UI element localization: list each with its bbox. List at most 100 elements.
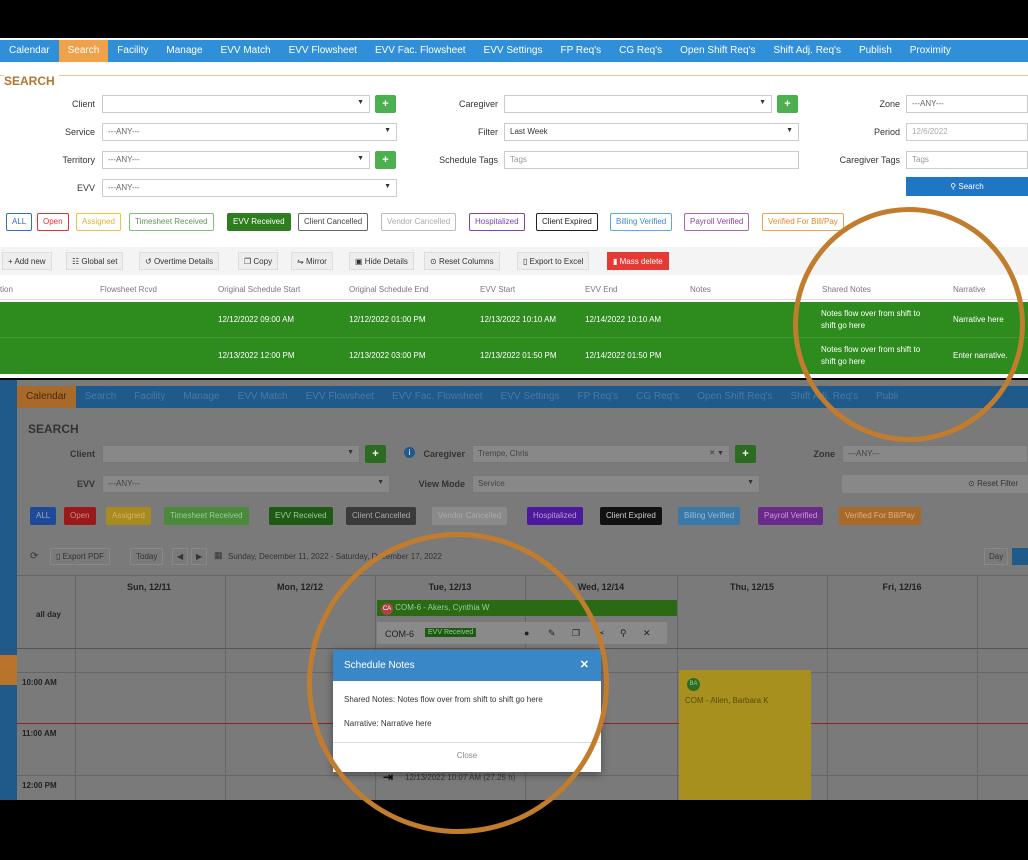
day-header: Sun, 12/11 <box>126 582 172 592</box>
overtime-details-button[interactable]: ↺ Overtime Details <box>139 252 220 270</box>
chip-timesheet-received[interactable]: Timesheet Received <box>129 213 214 231</box>
thursday-event[interactable]: BA COM - Allen, Barbara K <box>679 670 811 800</box>
chip-all[interactable]: ALL <box>6 213 33 231</box>
chip-evv-received[interactable]: EVV Received <box>269 507 333 525</box>
nav-calendar[interactable]: Calendar <box>0 40 59 62</box>
client-select[interactable]: ▼ <box>102 95 370 113</box>
chip-assigned[interactable]: Assigned <box>76 213 121 231</box>
col-flowsheet-rcvd[interactable]: Flowsheet Rcvd <box>100 285 157 294</box>
nav-facility[interactable]: Facility <box>125 386 174 408</box>
nav-manage[interactable]: Manage <box>157 40 211 62</box>
caregiver-tags-input[interactable]: Tags <box>906 151 1028 169</box>
nav-manage[interactable]: Manage <box>174 386 228 408</box>
chip-vendor-cancelled[interactable]: Vendor Cancelled <box>381 213 457 231</box>
chevron-down-icon: ▼ <box>786 127 793 134</box>
reset-columns-button[interactable]: ⊙ Reset Columns <box>424 252 500 270</box>
chip-client-expired[interactable]: Client Expired <box>536 213 598 231</box>
chip-client-cancelled[interactable]: Client Cancelled <box>346 507 417 525</box>
col-orig-end[interactable]: Original Schedule End <box>349 285 429 294</box>
trash-icon: ▮ <box>613 257 620 266</box>
add-caregiver-button[interactable]: + <box>777 95 798 113</box>
chip-timesheet-received[interactable]: Timesheet Received <box>164 507 249 525</box>
search-icon[interactable]: ⚲ <box>620 628 627 639</box>
period-input[interactable]: 12/6/2022 <box>906 123 1028 141</box>
prev-week-button[interactable]: ◀ <box>172 548 189 565</box>
nav-cg-reqs[interactable]: CG Req's <box>627 386 688 408</box>
caregiver-select[interactable]: ▼ <box>504 95 772 113</box>
chip-open[interactable]: Open <box>64 507 96 525</box>
chip-hospitalized[interactable]: Hospitalized <box>527 507 583 525</box>
week-view-button[interactable] <box>1012 548 1028 565</box>
nav-evv-flowsheet[interactable]: EVV Flowsheet <box>280 40 366 62</box>
chip-vendor-cancelled[interactable]: Vendor Cancelled <box>432 507 508 525</box>
col-evv-end[interactable]: EVV End <box>585 285 617 294</box>
chip-client-cancelled[interactable]: Client Cancelled <box>298 213 369 231</box>
chip-open[interactable]: Open <box>37 213 69 231</box>
add-caregiver-button[interactable]: + <box>735 445 756 463</box>
nav-publish[interactable]: Publish <box>850 40 901 62</box>
nav-proximity[interactable]: Proximity <box>901 40 960 62</box>
chip-all[interactable]: ALL <box>30 507 57 525</box>
nav-fp-reqs[interactable]: FP Req's <box>568 386 627 408</box>
nav-calendar[interactable]: Calendar <box>17 386 76 408</box>
nav-search[interactable]: Search <box>58 40 109 62</box>
col-evv-start[interactable]: EVV Start <box>480 285 515 294</box>
nav-open-shift-reqs[interactable]: Open Shift Req's <box>688 386 781 408</box>
col-orig-start[interactable]: Original Schedule Start <box>218 285 300 294</box>
add-client-button[interactable]: + <box>365 445 386 463</box>
chip-billing-verified[interactable]: Billing Verified <box>610 213 673 231</box>
territory-select[interactable]: ---ANY--- ▼ <box>102 151 370 169</box>
view-mode-select[interactable]: Service ▼ <box>472 475 760 493</box>
day-view-button[interactable]: Day <box>984 548 1009 565</box>
nav-evv-match[interactable]: EVV Match <box>229 386 297 408</box>
mass-delete-button[interactable]: ▮ Mass delete <box>607 252 669 270</box>
nav-shift-adj-reqs[interactable]: Shift Adj. Req's <box>764 40 850 62</box>
add-territory-button[interactable]: + <box>375 151 396 169</box>
refresh-icon[interactable]: ⟳ <box>30 551 38 562</box>
export-pdf-button[interactable]: ▯ Export PDF <box>50 548 110 565</box>
global-set-button[interactable]: ☷ Global set <box>66 252 124 270</box>
nav-evv-flowsheet[interactable]: EVV Flowsheet <box>297 386 383 408</box>
chip-verified-bill-pay[interactable]: Verified For Bill/Pay <box>839 507 921 525</box>
nav-facility[interactable]: Facility <box>108 40 157 62</box>
zone-select[interactable]: ---ANY--- <box>842 445 1028 463</box>
nav-evv-settings[interactable]: EVV Settings <box>492 386 569 408</box>
nav-evv-fac-flowsheet[interactable]: EVV Fac. Flowsheet <box>366 40 475 62</box>
next-week-button[interactable]: ▶ <box>191 548 208 565</box>
nav-evv-match[interactable]: EVV Match <box>212 40 280 62</box>
chip-verified-bill-pay[interactable]: Verified For Bill/Pay <box>762 213 844 231</box>
chip-hospitalized[interactable]: Hospitalized <box>469 213 525 231</box>
chip-client-expired[interactable]: Client Expired <box>600 507 662 525</box>
nav-cg-reqs[interactable]: CG Req's <box>610 40 671 62</box>
evv-select[interactable]: ---ANY--- ▼ <box>102 475 390 493</box>
filter-select[interactable]: Last Week ▼ <box>504 123 799 141</box>
chip-assigned[interactable]: Assigned <box>106 507 151 525</box>
nav-evv-fac-flowsheet[interactable]: EVV Fac. Flowsheet <box>383 386 492 408</box>
hide-details-button[interactable]: ▣ Hide Details <box>349 252 414 270</box>
chip-payroll-verified[interactable]: Payroll Verified <box>758 507 824 525</box>
zone-select[interactable]: ---ANY--- <box>906 95 1028 113</box>
col-action[interactable]: tion <box>0 285 13 294</box>
chip-evv-received[interactable]: EVV Received <box>227 213 291 231</box>
nav-open-shift-reqs[interactable]: Open Shift Req's <box>671 40 764 62</box>
service-select[interactable]: ---ANY--- ▼ <box>102 123 397 141</box>
reset-filter-button[interactable]: ⊙ Reset Filter <box>842 475 1028 493</box>
schedule-tags-input[interactable]: Tags <box>504 151 799 169</box>
evv-select[interactable]: ---ANY--- ▼ <box>102 179 397 197</box>
copy-button[interactable]: ❐ Copy <box>238 252 279 270</box>
caregiver-select[interactable]: Trempe, Chris ✕ ▼ <box>472 445 730 463</box>
client-select[interactable]: ▼ <box>102 445 360 463</box>
chip-payroll-verified[interactable]: Payroll Verified <box>684 213 750 231</box>
nav-search[interactable]: Search <box>76 386 126 408</box>
add-new-button[interactable]: + Add new <box>2 252 52 270</box>
add-client-button[interactable]: + <box>375 95 396 113</box>
mirror-button[interactable]: ⇋ Mirror <box>291 252 333 270</box>
nav-fp-reqs[interactable]: FP Req's <box>551 40 610 62</box>
nav-evv-settings[interactable]: EVV Settings <box>475 40 552 62</box>
col-notes[interactable]: Notes <box>690 285 711 294</box>
export-excel-button[interactable]: ▯ Export to Excel <box>517 252 590 270</box>
close-icon[interactable]: ✕ <box>643 628 651 639</box>
today-button[interactable]: Today <box>130 548 164 565</box>
chip-billing-verified[interactable]: Billing Verified <box>678 507 741 525</box>
search-button[interactable]: ⚲ Search <box>906 177 1028 196</box>
